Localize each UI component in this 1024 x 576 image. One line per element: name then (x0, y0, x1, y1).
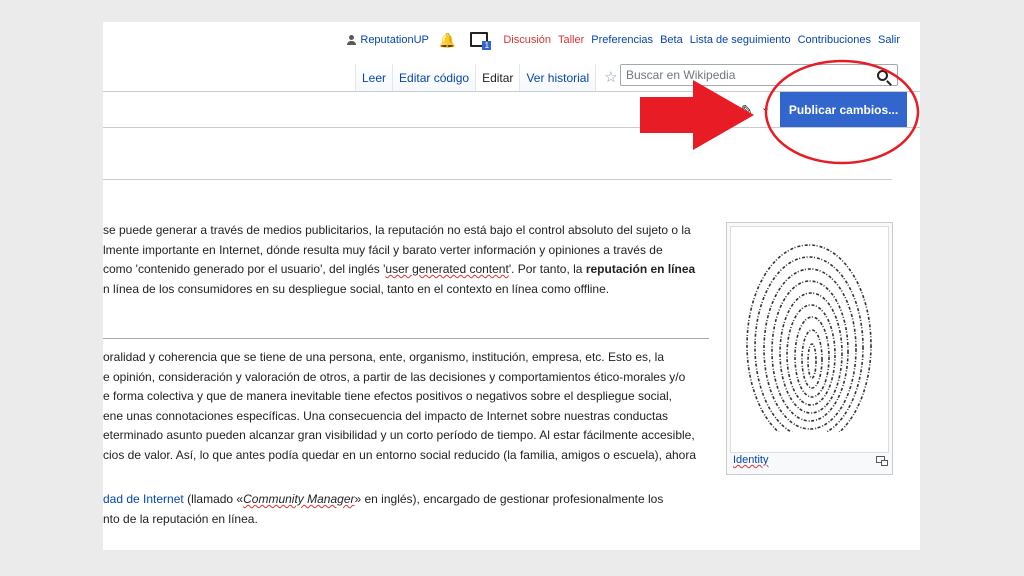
internet-link[interactable]: dad de Internet (103, 492, 184, 506)
title-divider (103, 179, 892, 180)
text-line: eterminado asunto pueden alcanzar gran v… (103, 428, 695, 442)
text-line: e forma colectiva y que de manera inevit… (103, 389, 672, 403)
link-salir[interactable]: Salir (878, 34, 900, 46)
username: ReputationUP (360, 34, 429, 46)
link-contribuciones[interactable]: Contribuciones (798, 34, 871, 46)
paragraph-2: oralidad y coherencia que se tiene de un… (103, 348, 713, 465)
misspelled-word: user generated content (385, 262, 509, 276)
text-line: dad de Internet (llamado «Community Mana… (103, 492, 664, 506)
link-lista-seguimiento[interactable]: Lista de seguimiento (690, 34, 791, 46)
notices-icon[interactable]: 1 (470, 32, 492, 50)
text-line: nto de la reputación en línea. (103, 511, 258, 526)
text-line: oralidad y coherencia que se tiene de un… (103, 350, 664, 364)
text-line: lmente importante en Internet, dónde res… (103, 242, 663, 257)
link-taller[interactable]: Taller (558, 34, 584, 46)
text-line: como 'contenido generado por el usuario'… (103, 262, 696, 276)
enlarge-icon[interactable] (876, 456, 888, 466)
link-beta[interactable]: Beta (660, 34, 683, 46)
page-tabs: Leer Editar código Editar Ver historial … (355, 64, 626, 92)
user-link[interactable]: ReputationUP (347, 34, 429, 46)
tab-editar[interactable]: Editar (475, 64, 520, 92)
italic-term: Community Manager (243, 492, 355, 506)
paragraph-3: dad de Internet (llamado «Community Mana… (103, 490, 713, 529)
tab-ver-historial[interactable]: Ver historial (519, 64, 596, 92)
user-icon (347, 35, 357, 45)
red-circle-annotation (764, 59, 920, 165)
text-line: n línea de los consumidores en su despli… (103, 281, 610, 296)
tab-leer[interactable]: Leer (355, 64, 393, 92)
section-divider (103, 338, 709, 339)
link-preferencias[interactable]: Preferencias (591, 34, 653, 46)
red-arrow-annotation (640, 80, 754, 150)
personal-tools: ReputationUP 🔔 1 Discusión Taller Prefer… (347, 32, 900, 50)
bold-term: reputación en línea (585, 262, 696, 276)
paragraph-1: se puede generar a través de medios publ… (103, 221, 713, 299)
text-line: cios de valor. Así, lo que antes podía q… (103, 447, 697, 462)
text-line: se puede generar a través de medios publ… (103, 223, 691, 237)
figure-caption[interactable]: Identity (733, 454, 768, 466)
bell-icon[interactable]: 🔔 (439, 33, 456, 47)
text-line: ene unas connotaciones específicas. Una … (103, 408, 669, 423)
notice-badge: 1 (482, 41, 492, 50)
text-line: e opinión, consideración y valoración de… (103, 369, 686, 384)
thumbnail-figure: Identity (726, 222, 893, 475)
fingerprint-image[interactable] (730, 226, 889, 453)
link-discusion[interactable]: Discusión (503, 34, 551, 46)
tab-editar-codigo[interactable]: Editar código (392, 64, 476, 92)
